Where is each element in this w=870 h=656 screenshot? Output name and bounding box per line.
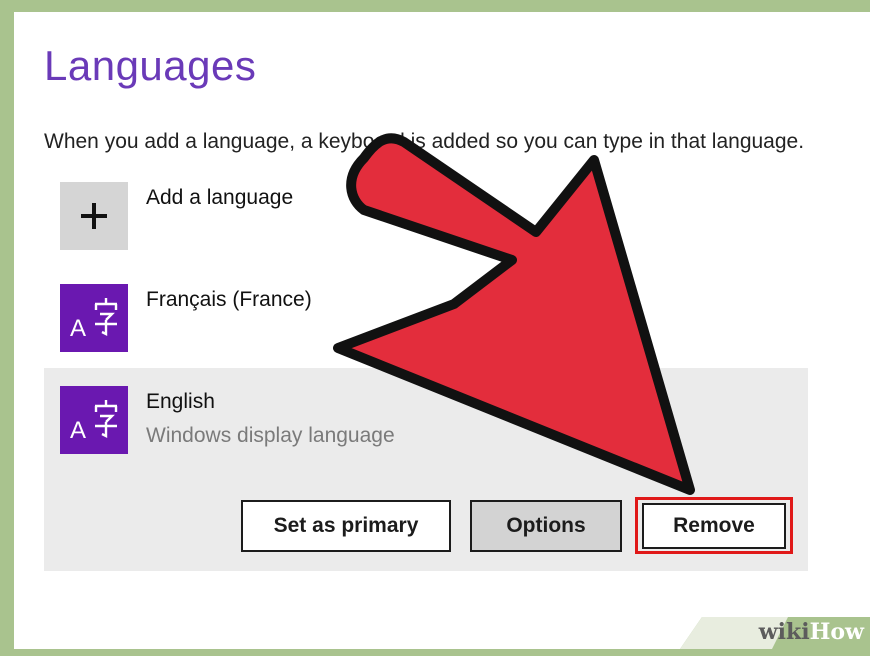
watermark-prefix: wiki <box>758 619 810 645</box>
languages-page: Languages When you add a language, a key… <box>14 12 870 649</box>
watermark-text: wikiHow <box>759 619 864 645</box>
arrow-pointer <box>333 133 695 495</box>
watermark: wikiHow <box>680 609 870 649</box>
screenshot-frame: Languages When you add a language, a key… <box>0 0 870 656</box>
watermark-suffix: How <box>809 619 864 645</box>
